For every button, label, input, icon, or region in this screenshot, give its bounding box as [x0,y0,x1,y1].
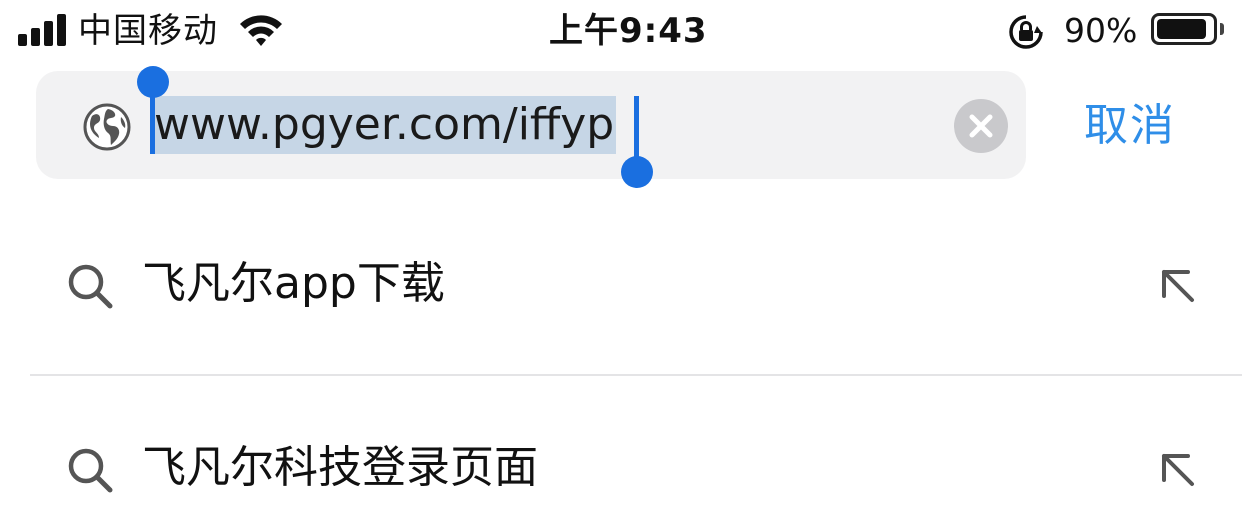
clear-icon [969,114,993,138]
battery-icon [1151,13,1217,45]
rotation-lock-icon [1009,15,1043,49]
status-bar: 中国移动 上午9:43 90% [0,0,1242,62]
url-input[interactable]: www.pgyer.com/iffyp [152,96,617,154]
carrier-name: 中国移动 [78,11,218,51]
search-icon [68,264,113,309]
selection-start-handle[interactable] [137,66,169,98]
selection-end-handle[interactable] [621,156,653,188]
fill-arrow-icon[interactable] [1158,450,1198,490]
battery-percent: 90% [1064,11,1138,50]
wifi-icon [240,15,282,46]
battery-cap [1220,23,1224,35]
cancel-button[interactable]: 取消 [1084,98,1176,154]
divider [30,374,1242,376]
url-text-selected[interactable]: www.pgyer.com/iffyp [152,96,617,154]
search-icon [68,448,113,493]
suggestion-text: 飞凡尔app下载 [142,258,445,309]
fill-arrow-icon[interactable] [1158,266,1198,306]
status-time: 上午9:43 [549,11,708,51]
globe-icon [83,103,131,151]
clear-button[interactable] [954,99,1008,153]
suggestion-item[interactable]: 飞凡尔app下载 [0,226,1242,346]
suggestion-item[interactable]: 飞凡尔科技登录页面 [0,408,1242,528]
signal-icon [18,14,68,46]
suggestion-text: 飞凡尔科技登录页面 [142,442,538,493]
